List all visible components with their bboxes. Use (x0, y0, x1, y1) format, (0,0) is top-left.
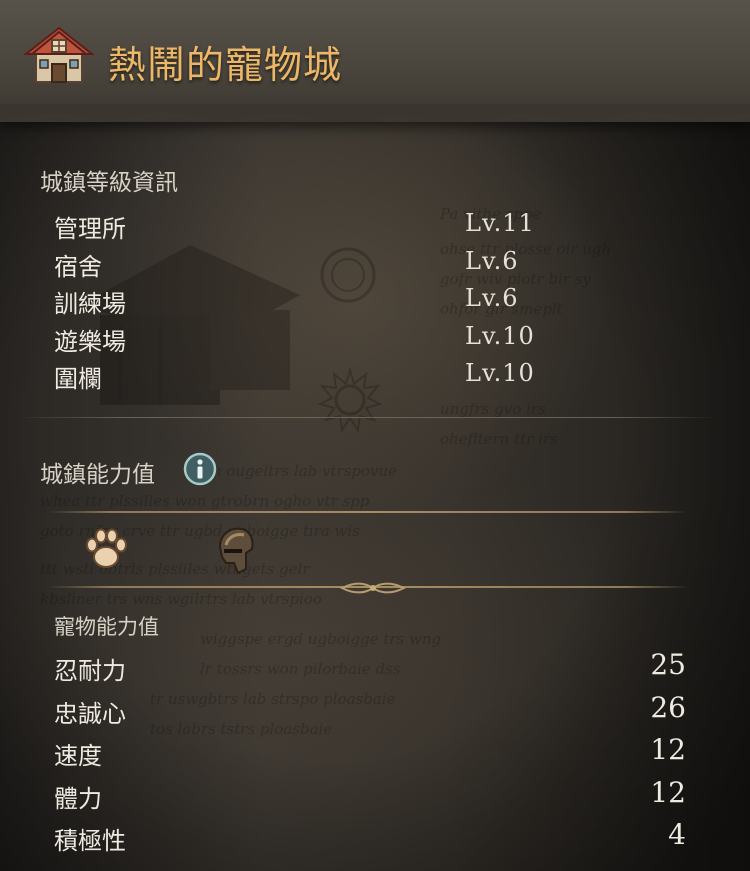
facility-label-pen: 圍欄 (54, 365, 102, 393)
background-handwriting: whea ttr plssiiles won gtrobrn ogho vtr … (40, 492, 370, 510)
town-level-section-title: 城鎮等級資訊 (40, 170, 178, 196)
facility-level-dormitory: Lv.6 (465, 247, 519, 275)
ornament-divider (340, 582, 406, 594)
background-handwriting: won ougeltrs lab vtrspovue (190, 462, 398, 480)
background-sun-sketch (318, 368, 382, 432)
stat-value-initiative: 4 (668, 818, 686, 851)
stat-label-initiative: 積極性 (54, 827, 126, 855)
stat-label-stamina: 體力 (54, 785, 102, 813)
town-info-panel (0, 0, 750, 871)
stat-value-stamina: 12 (650, 776, 686, 809)
facility-level-playground: Lv.10 (465, 322, 535, 350)
paw-icon[interactable] (82, 525, 130, 573)
background-seal-sketch (320, 247, 376, 303)
helmet-icon[interactable] (212, 523, 256, 575)
facility-label-dormitory: 宿舍 (54, 253, 102, 281)
section-divider (18, 417, 718, 418)
stat-value-endurance: 25 (650, 648, 686, 681)
house-icon (23, 26, 95, 83)
info-icon[interactable] (183, 452, 217, 486)
facility-level-pen: Lv.10 (465, 359, 535, 387)
background-handwriting: tr uswgbtrs lab strspo ploasbaie (150, 690, 396, 708)
town-ability-section-title: 城鎮能力值 (40, 462, 155, 488)
background-handwriting: tos labrs tstrs ploasbaie (150, 720, 333, 738)
stat-label-loyalty: 忠誠心 (54, 700, 126, 728)
background-handwriting: ttt wsti obtrls plssiiles wthgets gelr (40, 560, 310, 578)
tab-bar-top-line (48, 511, 688, 513)
facility-level-training-ground: Lv.6 (465, 284, 519, 312)
background-handwriting: ohefltern ttr irs (440, 430, 558, 448)
background-handwriting: wiggspe ergd ugboigge trs wng (200, 630, 442, 648)
pet-ability-section-title: 寵物能力值 (54, 615, 159, 639)
stat-value-loyalty: 26 (650, 691, 686, 724)
facility-level-management: Lv.11 (465, 209, 535, 237)
background-handwriting: ungfrs gvo irs (440, 400, 546, 418)
header-torn-edge (0, 104, 750, 122)
stat-label-speed: 速度 (54, 742, 102, 770)
stat-value-speed: 12 (650, 733, 686, 766)
stat-label-endurance: 忍耐力 (54, 657, 126, 685)
background-handwriting: lr tossrs won pilorbaie dss (200, 660, 401, 678)
facility-label-management: 管理所 (54, 215, 126, 243)
facility-label-training-ground: 訓練場 (54, 290, 126, 318)
page-title: 熱鬧的寵物城 (108, 43, 343, 87)
background-handwriting: kbsliner trs wns wgilrtrs lab vtrspioo (40, 590, 322, 608)
facility-label-playground: 遊樂場 (54, 328, 126, 356)
